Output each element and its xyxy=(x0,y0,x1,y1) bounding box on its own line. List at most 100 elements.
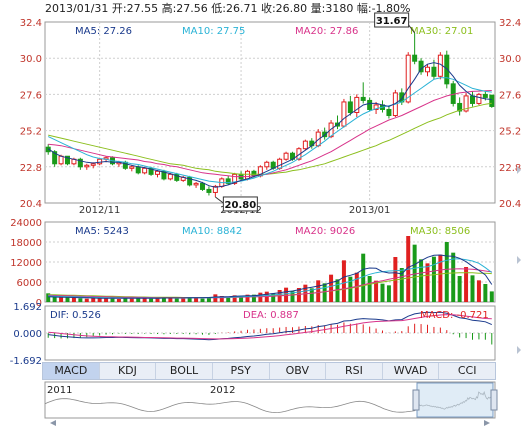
candle-up xyxy=(341,101,347,127)
candle-up xyxy=(283,152,289,160)
volume-bar xyxy=(361,253,366,302)
panel-scroll-arrow-icon[interactable] xyxy=(517,256,521,264)
price-axis-left-label: 22.8 xyxy=(20,163,42,174)
price-axis-right-label: 32.4 xyxy=(499,18,521,29)
tab-rsi[interactable]: RSI xyxy=(326,363,383,379)
tab-wvad[interactable]: WVAD xyxy=(383,363,440,379)
volume-bar xyxy=(187,298,192,302)
tab-psy[interactable]: PSY xyxy=(213,363,270,379)
volume-bar xyxy=(380,283,385,302)
candle-up xyxy=(84,164,90,168)
volume-bar xyxy=(78,298,83,302)
volume-bar xyxy=(483,284,488,302)
scroll-left-icon[interactable] xyxy=(50,420,56,426)
volume-bar xyxy=(329,274,334,302)
macd-value-label: MACD: -0.721 xyxy=(420,310,489,321)
volume-bar xyxy=(431,256,436,302)
candle-up xyxy=(277,158,283,169)
navigator-selection-window[interactable] xyxy=(416,382,494,418)
volume-bar xyxy=(84,298,89,302)
candle-down xyxy=(412,54,418,62)
candle-up xyxy=(97,158,103,165)
volume-bar xyxy=(457,276,462,302)
volume-axis-label: 6000 xyxy=(17,278,42,289)
candle-up xyxy=(167,173,173,180)
stock-chart-widget: 2013/01/31 开:27.55 高:27.56 低:26.71 收:26.… xyxy=(0,0,526,426)
candle-up xyxy=(405,54,411,103)
navigator-year-label: 2012 xyxy=(210,385,235,396)
volume-ma10-label: MA10: 8842 xyxy=(182,226,242,237)
volume-bar xyxy=(149,298,154,302)
price-x-tick-label: 2012/11 xyxy=(79,205,121,216)
volume-bar xyxy=(116,299,121,302)
volume-bar xyxy=(91,298,96,302)
candle-down xyxy=(367,99,373,110)
volume-bar xyxy=(470,275,475,302)
volume-bar xyxy=(181,298,186,302)
macd-axis-label: 0.000 xyxy=(13,329,42,340)
tab-kdj[interactable]: KDJ xyxy=(100,363,157,379)
candle-up xyxy=(90,163,96,166)
volume-bar xyxy=(71,297,76,302)
panel-scroll-arrow-icon[interactable] xyxy=(517,346,521,354)
candle-down xyxy=(360,96,366,101)
volume-bar xyxy=(476,280,481,302)
volume-bar xyxy=(258,292,263,302)
volume-bar xyxy=(367,276,372,302)
tab-obv[interactable]: OBV xyxy=(270,363,327,379)
candle-down xyxy=(206,188,212,193)
tab-cci[interactable]: CCI xyxy=(439,363,495,379)
price-axis-left-label: 27.6 xyxy=(20,90,42,101)
macd-axis-label: -1.692 xyxy=(10,356,42,367)
volume-bar xyxy=(419,259,424,302)
low-marker-label: 20.80 xyxy=(225,200,257,211)
candle-up xyxy=(302,140,308,150)
volume-axis-label: 12000 xyxy=(10,258,42,269)
price-axis-right-label: 20.4 xyxy=(499,199,521,210)
volume-ma5-label: MA5: 5243 xyxy=(75,226,129,237)
macd-dif-label: DIF: 0.526 xyxy=(50,310,101,321)
volume-bar xyxy=(226,297,231,302)
candle-up xyxy=(142,167,148,174)
tab-boll[interactable]: BOLL xyxy=(156,363,213,379)
volume-bar xyxy=(123,298,128,302)
candle-down xyxy=(200,182,205,190)
price-axis-right-label: 27.6 xyxy=(499,90,521,101)
volume-bar xyxy=(155,298,160,302)
price-axis-right-label: 25.2 xyxy=(499,127,521,138)
price-ma10-label: MA10: 27.75 xyxy=(182,26,245,37)
volume-ma20-label: MA20: 9026 xyxy=(295,226,355,237)
volume-bar xyxy=(451,252,456,302)
volume-bar xyxy=(489,291,494,302)
macd-dea-label: DEA: 0.887 xyxy=(243,310,299,321)
candle-down xyxy=(482,93,488,98)
volume-bar xyxy=(110,298,115,302)
volume-axis-label: 18000 xyxy=(10,238,42,249)
candle-up xyxy=(58,155,64,165)
price-axis-left-label: 25.2 xyxy=(20,127,42,138)
candle-down xyxy=(470,95,475,104)
price-axis-left-label: 30.0 xyxy=(20,54,42,65)
volume-bar xyxy=(129,298,134,302)
candle-up xyxy=(129,166,135,169)
volume-bar xyxy=(194,297,199,302)
volume-bar xyxy=(374,280,379,302)
candle-up xyxy=(155,170,160,175)
price-x-tick-label: 2013/01 xyxy=(349,205,391,216)
tab-macd[interactable]: MACD xyxy=(43,363,100,379)
scroll-right-icon[interactable] xyxy=(484,420,490,426)
indicator-tab-bar: MACD KDJ BOLL PSY OBV RSI WVAD CCI xyxy=(42,362,496,380)
candle-down xyxy=(386,108,392,117)
ohlc-header: 2013/01/31 开:27.55 高:27.56 低:26.71 收:26.… xyxy=(45,1,411,15)
high-marker-label: 31.67 xyxy=(376,16,408,27)
volume-bar xyxy=(444,242,449,302)
volume-bar xyxy=(174,298,179,302)
volume-bar xyxy=(425,263,430,302)
volume-axis-label: 24000 xyxy=(10,218,42,229)
candle-down xyxy=(489,94,495,107)
navigator-year-label: 2011 xyxy=(47,385,72,396)
navigator-left-handle[interactable] xyxy=(412,389,420,411)
price-ma20-label: MA20: 27.86 xyxy=(295,26,358,37)
navigator-right-handle[interactable] xyxy=(490,389,498,411)
volume-bar xyxy=(322,283,327,302)
